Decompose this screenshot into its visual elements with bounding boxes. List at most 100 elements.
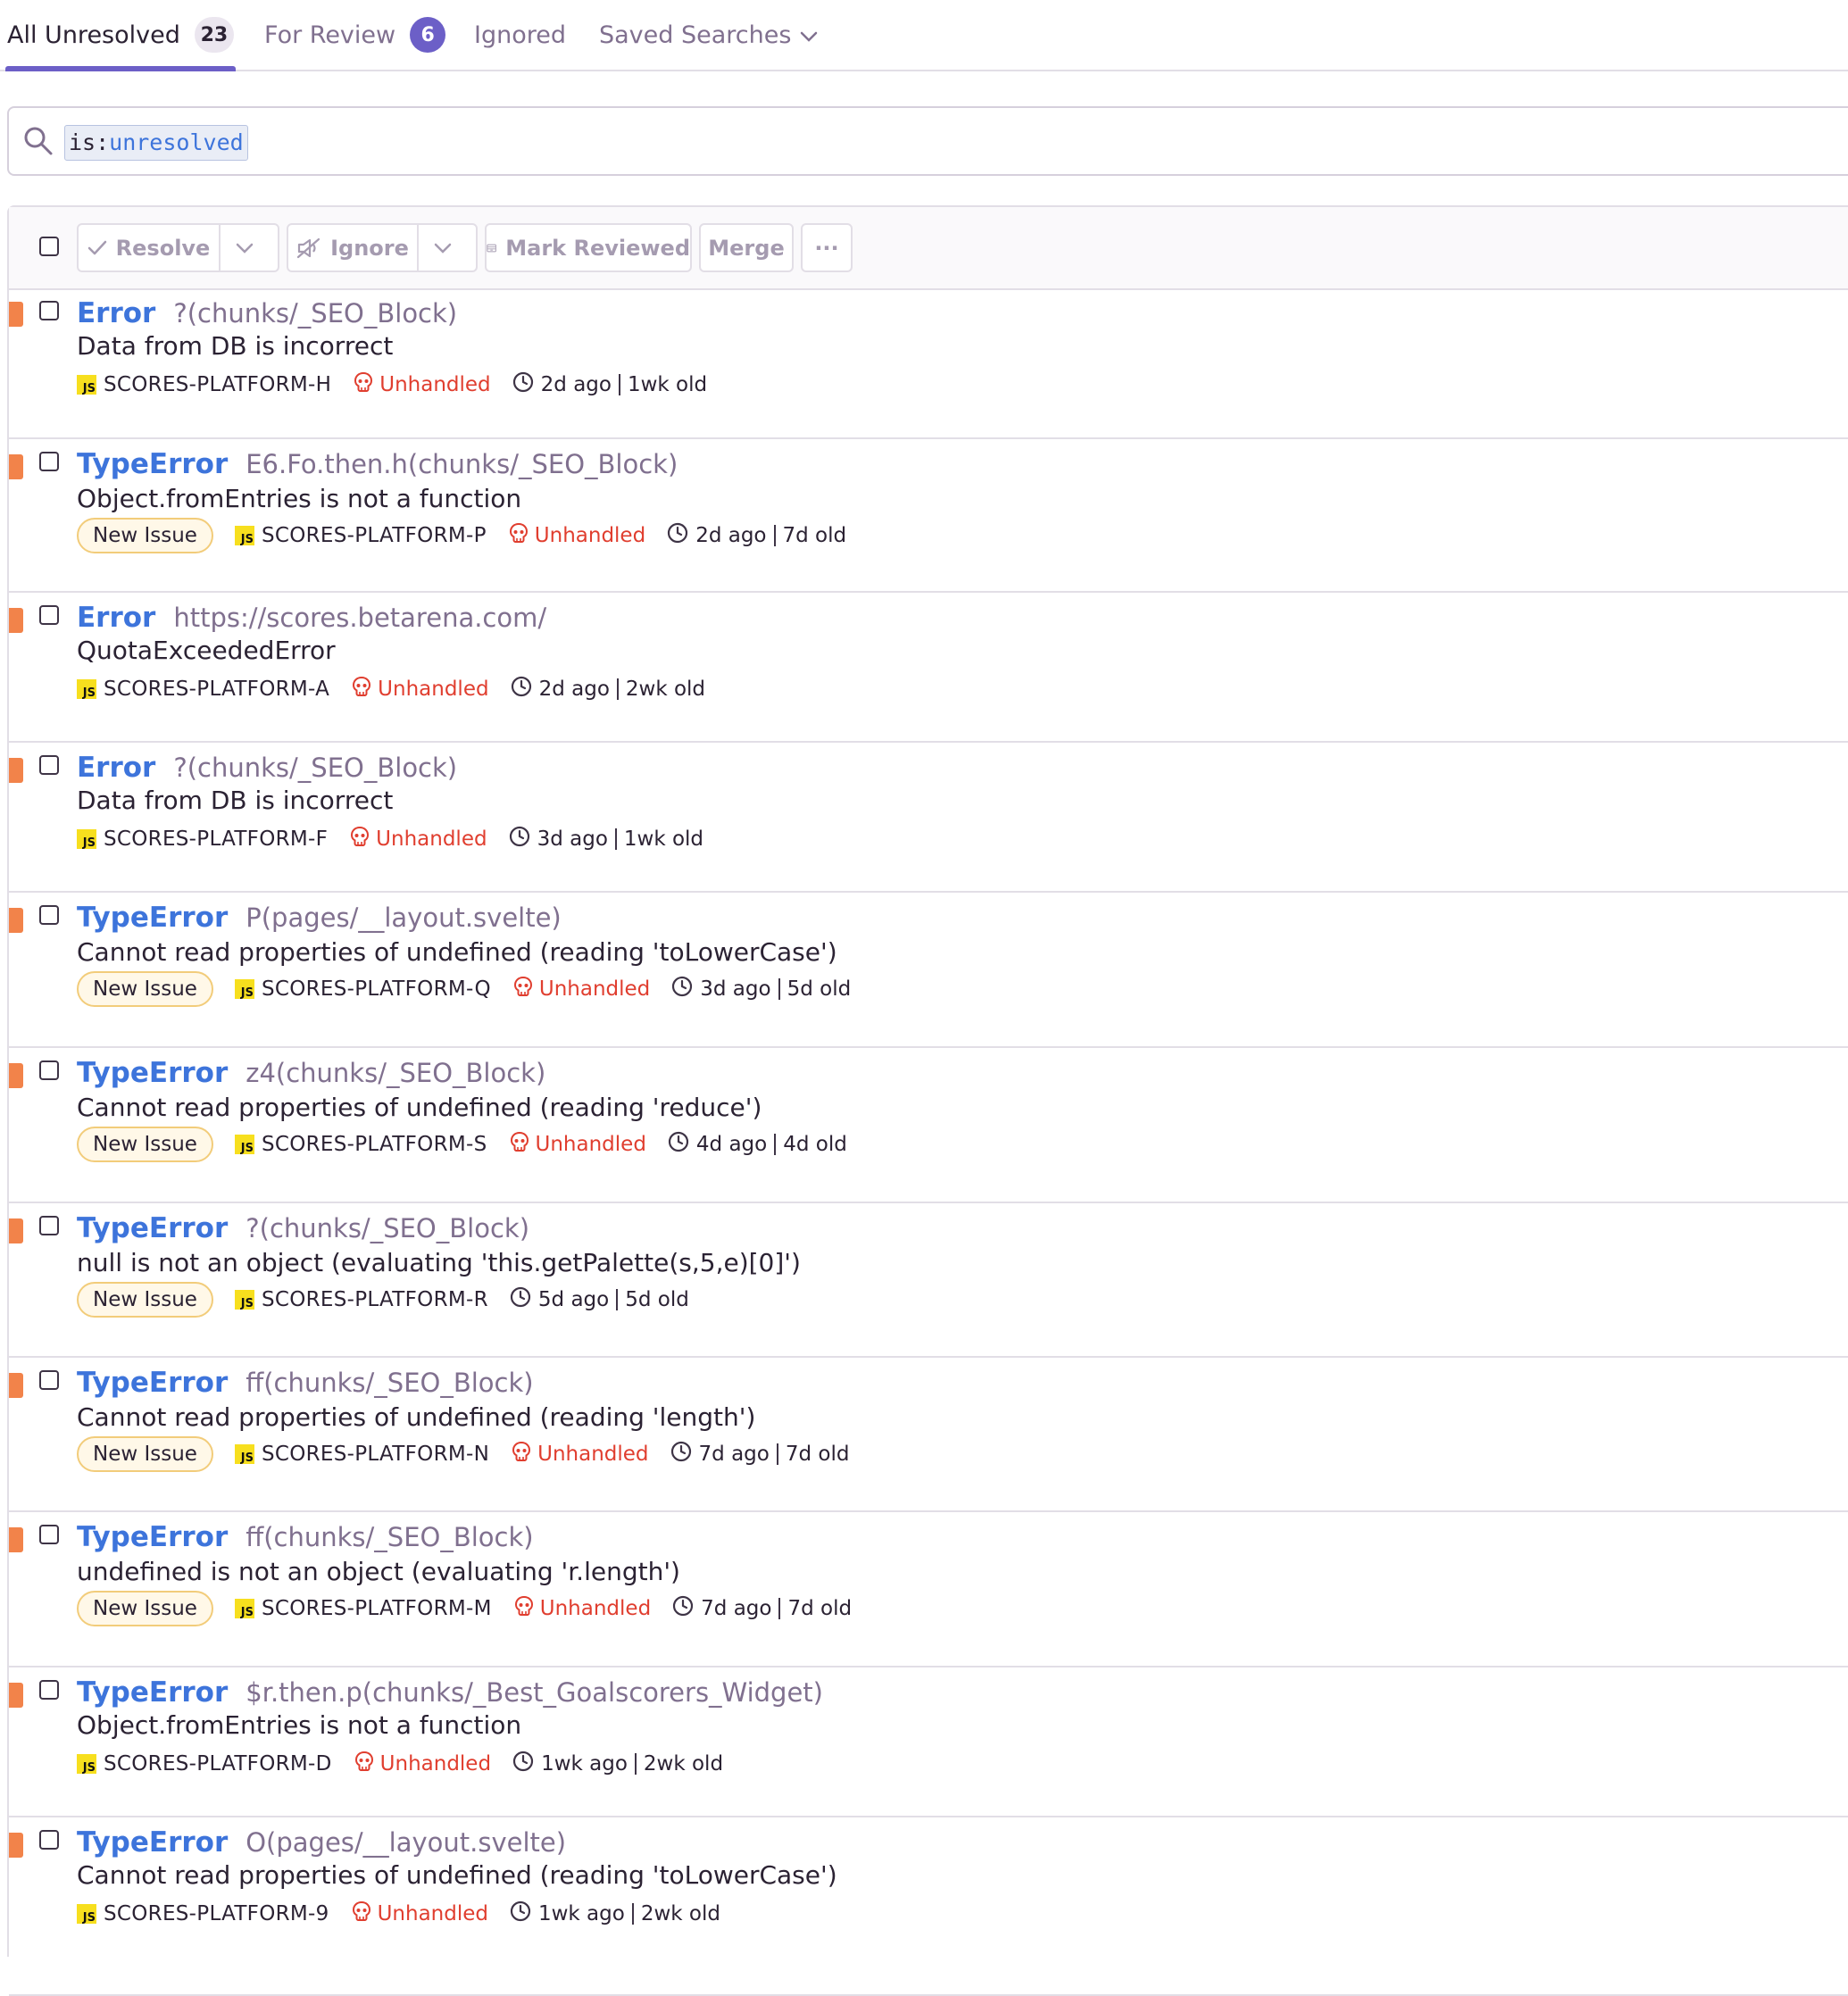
issue-short-id[interactable]: SCORES-PLATFORM-M (262, 1597, 492, 1620)
issue-row[interactable]: TypeError ff(chunks/_SEO_Block) Cannot re… (9, 1358, 1848, 1512)
javascript-platform-icon: JS (77, 375, 96, 395)
issue-short-id[interactable]: SCORES-PLATFORM-D (104, 1752, 332, 1776)
javascript-platform-icon: JS (234, 526, 254, 545)
issue-checkbox[interactable] (39, 905, 59, 925)
tab-ignored[interactable]: Ignored (474, 0, 566, 70)
divider (631, 1903, 634, 1925)
issue-short-id[interactable]: SCORES-PLATFORM-P (262, 524, 487, 547)
unhandled-label: Unhandled (379, 1752, 492, 1776)
skull-icon (351, 676, 378, 703)
ellipsis-icon: ··· (814, 235, 839, 261)
issue-checkbox[interactable] (39, 1525, 59, 1544)
issue-timestamps: 5d ago 5d old (510, 1286, 689, 1313)
query-value: unresolved (109, 129, 244, 155)
error-type: TypeError (77, 902, 229, 934)
issue-title[interactable]: Error ?(chunks/_SEO_Block) (77, 752, 457, 784)
issue-meta: JS SCORES-PLATFORM-F Unhandled 3d ago 1wk ol… (77, 821, 703, 857)
issue-timestamps: 3d ago 5d old (671, 976, 851, 1002)
issue-checkbox[interactable] (39, 755, 59, 775)
issue-short-id[interactable]: SCORES-PLATFORM-A (104, 678, 329, 701)
issue-short-id[interactable]: SCORES-PLATFORM-H (104, 373, 331, 396)
ignore-dropdown-button[interactable] (419, 223, 478, 272)
issue-row[interactable]: TypeError O(pages/__layout.svelte) Cannot… (9, 1817, 1848, 1996)
error-location: ff(chunks/_SEO_Block) (246, 1522, 534, 1552)
error-type: Error (77, 602, 156, 634)
issue-short-id[interactable]: SCORES-PLATFORM-S (262, 1133, 487, 1156)
error-location: $r.then.p(chunks/_Best_Goalscorers_Widge… (246, 1677, 823, 1708)
issue-checkbox[interactable] (39, 301, 59, 320)
issue-row[interactable]: Error ?(chunks/_SEO_Block) Data from DB i… (9, 288, 1848, 439)
first-seen-age: 5d old (625, 1288, 689, 1311)
tab-count-badge: 6 (410, 17, 446, 53)
issue-title[interactable]: TypeError ?(chunks/_SEO_Block) (77, 1212, 529, 1244)
issue-short-id[interactable]: SCORES-PLATFORM-Q (262, 977, 491, 1001)
issue-short-id[interactable]: SCORES-PLATFORM-N (262, 1443, 489, 1466)
skull-icon (351, 1900, 378, 1927)
issue-row[interactable]: TypeError $r.then.p(chunks/_Best_Goalscor… (9, 1667, 1848, 1817)
level-indicator (9, 758, 23, 783)
issue-checkbox[interactable] (39, 1060, 59, 1080)
error-location: E6.Fo.then.h(chunks/_SEO_Block) (246, 449, 678, 479)
issue-title[interactable]: Error https://scores.betarena.com/ (77, 602, 546, 634)
error-location: P(pages/__layout.svelte) (246, 902, 562, 933)
issue-timestamps: 2d ago 7d old (667, 522, 846, 549)
issue-checkbox[interactable] (39, 452, 59, 471)
skull-icon (349, 826, 376, 852)
issue-short-id[interactable]: SCORES-PLATFORM-R (262, 1288, 488, 1311)
tab-all-unresolved[interactable]: All Unresolved 23 (5, 0, 236, 71)
issue-checkbox[interactable] (39, 1680, 59, 1700)
issue-row[interactable]: TypeError ?(chunks/_SEO_Block) null is no… (9, 1203, 1848, 1358)
issue-meta: JS SCORES-PLATFORM-H Unhandled 2d ago 1wk ol… (77, 367, 707, 403)
unhandled-label: Unhandled (377, 1902, 488, 1925)
tab-for-review[interactable]: For Review 6 (264, 0, 446, 70)
select-all-checkbox[interactable] (39, 237, 59, 256)
issue-title[interactable]: TypeError E6.Fo.then.h(chunks/_SEO_Block) (77, 448, 678, 480)
ignore-button[interactable]: Ignore (287, 223, 419, 272)
more-actions-button[interactable]: ··· (801, 223, 853, 272)
issue-title[interactable]: TypeError P(pages/__layout.svelte) (77, 902, 562, 934)
issue-title[interactable]: Error ?(chunks/_SEO_Block) (77, 297, 457, 329)
javascript-platform-icon: JS (234, 1135, 254, 1154)
issue-meta: New Issue JS SCORES-PLATFORM-Q Unhandled 3d … (77, 971, 851, 1007)
issue-title[interactable]: TypeError O(pages/__layout.svelte) (77, 1826, 566, 1859)
issue-message: Data from DB is incorrect (77, 331, 394, 361)
issue-row[interactable]: Error ?(chunks/_SEO_Block) Data from DB i… (9, 743, 1848, 893)
issue-meta: New Issue JS SCORES-PLATFORM-R 5d ago 5d old (77, 1282, 689, 1318)
bulk-actions-toolbar: Resolve Ignore Mark Reviewed Merge ··· (9, 207, 1848, 290)
search-query-token[interactable]: is:unresolved (64, 125, 248, 161)
issue-row[interactable]: TypeError ff(chunks/_SEO_Block) undefined… (9, 1512, 1848, 1667)
issue-title[interactable]: TypeError z4(chunks/_SEO_Block) (77, 1057, 545, 1089)
issue-title[interactable]: TypeError ff(chunks/_SEO_Block) (77, 1367, 534, 1399)
search-bar[interactable]: is:unresolved (7, 106, 1848, 176)
issue-row[interactable]: TypeError z4(chunks/_SEO_Block) Cannot re… (9, 1048, 1848, 1203)
issue-row[interactable]: TypeError E6.Fo.then.h(chunks/_SEO_Block)… (9, 439, 1848, 593)
issue-message: Object.fromEntries is not a function (77, 1710, 522, 1740)
level-indicator (9, 302, 23, 327)
issue-checkbox[interactable] (39, 605, 59, 625)
issue-title[interactable]: TypeError $r.then.p(chunks/_Best_Goalscor… (77, 1676, 823, 1709)
issue-timestamps: 7d ago 7d old (672, 1595, 852, 1622)
issue-meta: JS SCORES-PLATFORM-D Unhandled 1wk ago 2wk o… (77, 1746, 723, 1782)
error-type: TypeError (77, 1676, 229, 1709)
issue-title[interactable]: TypeError ff(chunks/_SEO_Block) (77, 1521, 534, 1553)
mark-reviewed-button[interactable]: Mark Reviewed (485, 223, 692, 272)
new-issue-badge: New Issue (77, 971, 213, 1007)
resolve-dropdown-button[interactable] (221, 223, 279, 272)
tab-saved-searches[interactable]: Saved Searches (599, 0, 818, 70)
divider (616, 1289, 619, 1310)
divider (618, 374, 620, 395)
merge-button[interactable]: Merge (699, 223, 794, 272)
issue-short-id[interactable]: SCORES-PLATFORM-F (104, 828, 328, 851)
issue-checkbox[interactable] (39, 1370, 59, 1390)
issue-checkbox[interactable] (39, 1830, 59, 1850)
issue-checkbox[interactable] (39, 1216, 59, 1235)
issue-row[interactable]: TypeError P(pages/__layout.svelte) Cannot… (9, 893, 1848, 1048)
level-indicator (9, 1218, 23, 1243)
divider (778, 978, 780, 1000)
issue-row[interactable]: Error https://scores.betarena.com/ QuotaE… (9, 593, 1848, 743)
new-issue-badge: New Issue (77, 518, 213, 553)
issue-short-id[interactable]: SCORES-PLATFORM-9 (104, 1902, 329, 1925)
resolve-button[interactable]: Resolve (77, 223, 221, 272)
javascript-platform-icon: JS (77, 829, 96, 849)
clock-icon (672, 1595, 701, 1622)
